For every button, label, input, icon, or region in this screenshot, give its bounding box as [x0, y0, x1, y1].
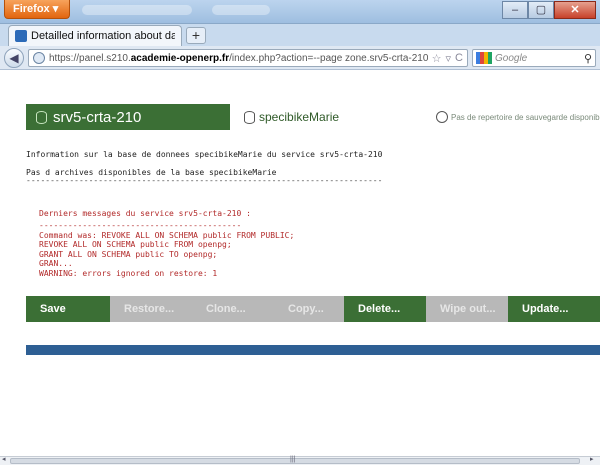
blurred-window-title	[212, 5, 270, 15]
messages-underline: ----------------------------------------…	[39, 221, 242, 230]
search-box[interactable]: Google ⚲	[472, 49, 596, 67]
new-tab-button[interactable]: +	[186, 27, 206, 44]
back-arrow-icon[interactable]: ◀	[4, 48, 24, 68]
server-name: srv5-crta-210	[53, 108, 142, 126]
restore-button[interactable]: Restore...	[110, 296, 192, 322]
search-placeholder: Google	[495, 52, 528, 64]
url-text: https://panel.s210.academie-openerp.fr/i…	[49, 52, 428, 64]
scroll-right-arrow-icon[interactable]: ▸	[590, 455, 594, 463]
tab-title: Detailled information about database sp.…	[31, 30, 175, 42]
window-controls: – ▢ ✕	[502, 1, 596, 19]
message-line: GRAN...	[39, 259, 73, 268]
database-header: srv5-crta-210 specibikeMarie Pas de repe…	[26, 104, 600, 130]
backup-circle-icon	[436, 111, 448, 123]
page-favicon-icon	[15, 30, 27, 42]
database-name: specibikeMarie	[259, 110, 340, 124]
search-icon[interactable]: ⚲	[584, 52, 592, 65]
browser-tab[interactable]: Detailled information about database sp.…	[8, 25, 182, 46]
delete-button[interactable]: Delete...	[344, 296, 426, 322]
footer-bar	[26, 345, 600, 355]
database-icon	[36, 110, 47, 124]
copy-button[interactable]: Copy...	[274, 296, 344, 322]
server-tab[interactable]: srv5-crta-210	[26, 104, 230, 130]
messages-title: Derniers messages du service srv5-crta-2…	[39, 209, 251, 218]
close-button[interactable]: ✕	[554, 1, 596, 19]
window-titlebar: Firefox ▾ – ▢ ✕	[0, 0, 600, 24]
backup-status: Pas de repertoire de sauvegarde disponib…	[436, 104, 600, 130]
database-icon	[244, 110, 255, 124]
firefox-menu-button[interactable]: Firefox ▾	[4, 0, 70, 19]
save-button[interactable]: Save	[26, 296, 110, 322]
bookmark-star-icon[interactable]: ☆	[432, 52, 442, 65]
globe-icon	[33, 52, 45, 64]
message-line: Command was: REVOKE ALL ON SCHEMA public…	[39, 230, 295, 240]
tab-strip: Detailled information about database sp.…	[0, 24, 600, 46]
text-separator: ----------------------------------------…	[26, 176, 383, 185]
horizontal-scrollbar[interactable]: ◂ ||| ▸	[0, 456, 600, 465]
scrollbar-grip-icon: |||	[290, 456, 296, 463]
database-tab[interactable]: specibikeMarie	[244, 104, 339, 130]
backup-status-label: Pas de repertoire de sauvegarde disponib…	[451, 112, 600, 122]
message-line: GRANT ALL ON SCHEMA public TO openpg;	[39, 249, 218, 259]
navigation-bar: ◀ https://panel.s210.academie-openerp.fr…	[0, 46, 600, 70]
maximize-button[interactable]: ▢	[528, 1, 554, 19]
clone-button[interactable]: Clone...	[192, 296, 274, 322]
database-info-line: Information sur la base de donnees speci…	[26, 150, 383, 159]
service-messages: Derniers messages du service srv5-crta-2…	[39, 208, 294, 278]
dropdown-arrow-icon[interactable]: ▿	[446, 52, 452, 65]
action-bar: Save Restore... Clone... Copy... Delete.…	[26, 296, 600, 322]
message-line: WARNING: errors ignored on restore: 1	[39, 268, 218, 278]
minimize-button[interactable]: –	[502, 1, 528, 19]
google-logo-icon	[476, 52, 492, 64]
wipe-out-button[interactable]: Wipe out...	[426, 296, 508, 322]
url-bar[interactable]: https://panel.s210.academie-openerp.fr/i…	[28, 49, 468, 67]
reload-icon[interactable]: C	[455, 52, 463, 65]
message-line: REVOKE ALL ON SCHEMA public FROM openpg;	[39, 240, 232, 249]
scroll-left-arrow-icon[interactable]: ◂	[2, 455, 6, 463]
blurred-window-title	[82, 5, 192, 15]
update-button[interactable]: Update...	[508, 296, 600, 322]
